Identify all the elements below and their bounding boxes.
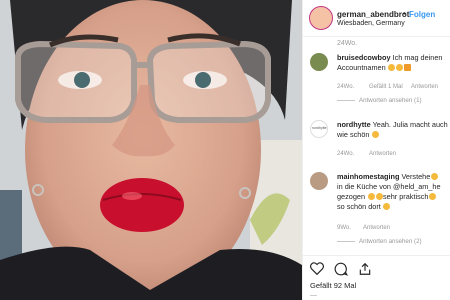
comment-time: 24Wo. (337, 84, 355, 90)
reply-button[interactable]: Antworten (369, 151, 396, 157)
portrait-image (0, 0, 302, 300)
view-replies-label[interactable]: Antworten ansehen (2) (359, 238, 422, 245)
post-header: german_abendbrot • Folgen Wiesbaden, Ger… (303, 0, 450, 36)
comment-2: nordhytte Yeah. Julia macht auch wie sch… (337, 120, 448, 140)
emoji-icon (375, 193, 383, 200)
comment-likes[interactable]: Gefällt 1 Mal (369, 84, 403, 90)
comment-text-2: wie schön (337, 130, 370, 139)
comment-avatar[interactable]: nordhytte (310, 120, 328, 138)
comment-avatar[interactable] (310, 172, 328, 190)
view-replies[interactable]: Antworten ansehen (1) (337, 97, 422, 104)
share-icon[interactable] (358, 262, 372, 281)
comment-3: mainhomestaging Verstehe in die Küche vo… (337, 172, 441, 212)
like-count[interactable]: Gefällt 92 Mal (310, 281, 356, 290)
follow-button[interactable]: Folgen (409, 10, 435, 19)
comment-avatar[interactable] (310, 53, 328, 71)
comment-username[interactable]: bruisedcowboy (337, 53, 391, 62)
header-divider (303, 36, 450, 37)
comment-icon[interactable] (334, 262, 349, 281)
reply-button[interactable]: Antworten (411, 84, 438, 90)
comment-text-2: Accountnamen (337, 63, 386, 72)
emoji-icon (367, 193, 375, 200)
replies-line (337, 99, 355, 101)
header-separator: • (403, 9, 406, 18)
emoji-icon (396, 64, 404, 71)
lips (100, 178, 184, 232)
nordhytte-logo: nordhytte (312, 126, 327, 130)
comment-1: bruisedcowboy Ich mag deinen Accountname… (337, 53, 442, 73)
comment-text-3b: sehr praktisch (383, 192, 429, 201)
comment-time: 24Wo. (337, 151, 355, 157)
author-username[interactable]: german_abendbrot (337, 10, 409, 19)
heart-icon[interactable] (310, 262, 324, 280)
comment-text-3: gezogen (337, 192, 365, 201)
comment-time: 9Wo. (337, 225, 351, 231)
emoji-icon (404, 64, 412, 71)
comment-text: Ich mag deinen (392, 53, 443, 62)
emoji-icon (428, 193, 436, 200)
view-replies-label[interactable]: Antworten ansehen (1) (359, 97, 422, 104)
view-replies[interactable]: Antworten ansehen (2) (337, 238, 422, 245)
comment-text: Verstehe (401, 172, 431, 181)
comment-text-4: so schön dort (337, 202, 381, 211)
emoji-icon (388, 64, 396, 71)
comment-username[interactable]: nordhytte (337, 120, 371, 129)
emoji-icon (383, 203, 391, 210)
comment-text: Yeah. Julia macht auch (372, 120, 448, 129)
replies-line (337, 240, 355, 242)
post-location[interactable]: Wiesbaden, Germany (337, 20, 405, 27)
actions-divider (303, 255, 450, 256)
emoji-icon (430, 173, 438, 180)
emoji-icon (371, 131, 379, 138)
post-time: — (310, 292, 317, 299)
comment-username[interactable]: mainhomestaging (337, 172, 399, 181)
post-sidebar: german_abendbrot • Folgen Wiesbaden, Ger… (302, 0, 450, 300)
caption-time: 24Wo. (337, 40, 358, 47)
comment-text-2: in die Küche von @held_am_he (337, 182, 441, 191)
post-photo[interactable] (0, 0, 302, 300)
reply-button[interactable]: Antworten (363, 225, 390, 231)
author-avatar[interactable] (309, 6, 333, 30)
